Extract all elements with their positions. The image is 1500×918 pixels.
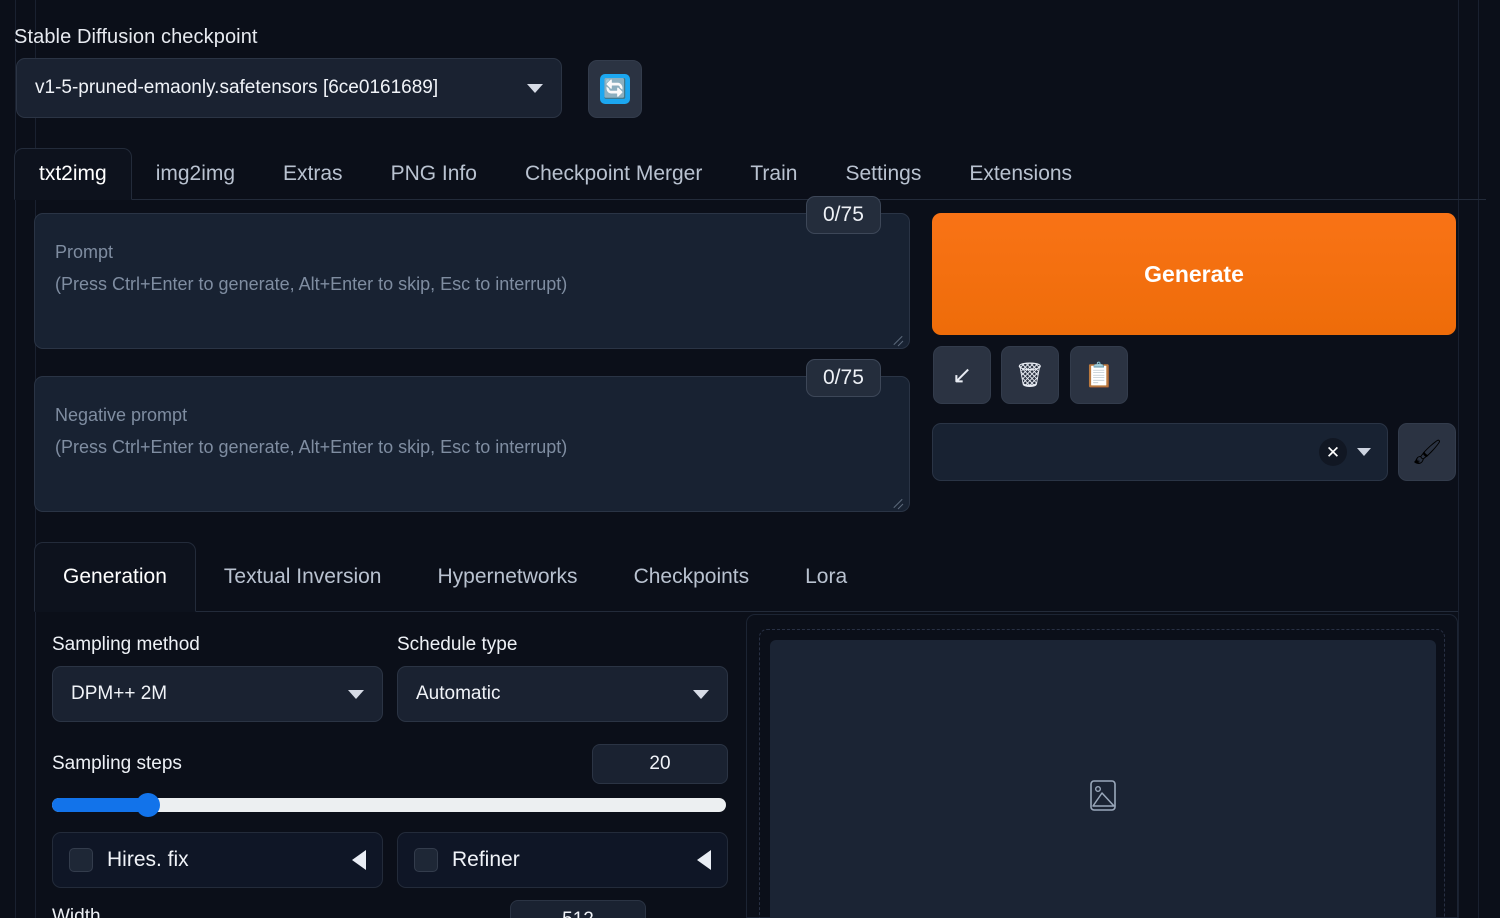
prompt-placeholder-title: Prompt [55,242,114,262]
prompt-input[interactable]: Prompt (Press Ctrl+Enter to generate, Al… [34,213,910,349]
sampling-method-value: DPM++ 2M [71,683,168,704]
schedule-type-label: Schedule type [397,634,518,655]
sampling-method-field: Sampling method DPM++ 2M [52,634,383,722]
checkpoint-value: v1-5-pruned-emaonly.safetensors [6ce0161… [35,77,439,98]
tab-train[interactable]: Train [726,148,821,199]
negative-prompt-input[interactable]: Negative prompt (Press Ctrl+Enter to gen… [34,376,910,512]
checkpoint-label: Stable Diffusion checkpoint [14,26,258,48]
refiner-label: Refiner [452,848,520,871]
styles-dropdown[interactable]: ✕ [932,423,1388,481]
output-gallery[interactable] [770,640,1436,918]
refresh-icon: 🔄 [600,74,630,104]
prompt-token-counter: 0/75 [806,196,881,234]
sampling-steps-field: Sampling steps 20 [52,744,728,784]
triangle-left-icon[interactable] [352,850,366,870]
arrow-down-left-icon: ↙ [951,361,973,389]
clipboard-icon: 📋 [1084,361,1114,389]
generate-button[interactable]: Generate [932,213,1456,335]
paintbrush-icon: 🖌 [1411,438,1443,466]
main-tab-bar: txt2img img2img Extras PNG Info Checkpoi… [14,148,1486,200]
subtab-generation[interactable]: Generation [34,542,196,612]
accordion-row: Hires. fix Refiner [52,832,728,888]
apply-style-button[interactable]: 📋 [1070,346,1128,404]
resize-handle-icon[interactable] [891,331,904,344]
webui-root: Stable Diffusion checkpoint v1-5-pruned-… [0,0,1500,918]
subtab-checkpoints[interactable]: Checkpoints [606,542,778,611]
subtab-hypernetworks[interactable]: Hypernetworks [410,542,606,611]
slider-thumb[interactable] [135,793,160,817]
subtab-textual-inversion[interactable]: Textual Inversion [196,542,410,611]
schedule-type-field: Schedule type Automatic [397,634,728,722]
frame-hairline-left [15,0,16,918]
refresh-checkpoints-button[interactable]: 🔄 [588,60,642,118]
checkpoint-select[interactable]: v1-5-pruned-emaonly.safetensors [6ce0161… [16,58,562,118]
sampler-row: Sampling method DPM++ 2M Schedule type A… [52,634,728,722]
slider-fill [52,798,148,812]
subtab-lora[interactable]: Lora [777,542,875,611]
frame-hairline-right-inner [1458,0,1459,918]
clear-prompt-button[interactable]: 🗑 [1001,346,1059,404]
sampling-steps-input[interactable]: 20 [592,744,728,784]
hires-fix-label: Hires. fix [107,848,189,871]
generation-settings-panel: Sampling method DPM++ 2M Schedule type A… [34,612,746,918]
read-generation-parameters-button[interactable]: ↙ [933,346,991,404]
tab-checkpoint-merger[interactable]: Checkpoint Merger [501,148,726,199]
chevron-down-icon [348,689,364,699]
resize-handle-icon[interactable] [891,494,904,507]
tab-txt2img[interactable]: txt2img [14,148,132,200]
tab-img2img[interactable]: img2img [132,148,259,199]
triangle-left-icon[interactable] [697,850,711,870]
image-placeholder-icon [1088,779,1118,818]
chevron-down-icon [1357,448,1371,456]
prompt-placeholder-hint: (Press Ctrl+Enter to generate, Alt+Enter… [55,274,568,295]
refiner-checkbox[interactable] [414,848,438,872]
width-input[interactable]: 512 [510,900,646,918]
schedule-type-value: Automatic [416,683,501,704]
sampling-method-select[interactable]: DPM++ 2M [52,666,383,722]
chevron-down-icon [693,689,709,699]
output-panel [746,614,1458,918]
negative-prompt-placeholder-hint: (Press Ctrl+Enter to generate, Alt+Enter… [55,437,568,458]
image-dropzone[interactable] [759,629,1445,918]
refiner-accordion[interactable]: Refiner [397,832,728,888]
wastebasket-icon: 🗑 [1014,361,1046,389]
tab-extras[interactable]: Extras [259,148,367,199]
close-circle-icon[interactable]: ✕ [1319,438,1347,466]
hires-fix-accordion[interactable]: Hires. fix [52,832,383,888]
tab-extensions[interactable]: Extensions [945,148,1096,199]
negative-prompt-token-counter: 0/75 [806,359,881,397]
edit-styles-button[interactable]: 🖌 [1398,423,1456,481]
hires-fix-checkbox[interactable] [69,848,93,872]
sampling-steps-label: Sampling steps [52,753,182,774]
sampling-method-label: Sampling method [52,634,200,655]
generation-tab-bar: Generation Textual Inversion Hypernetwor… [34,542,1458,612]
tab-png-info[interactable]: PNG Info [367,148,501,199]
chevron-down-icon [527,83,543,93]
tab-settings[interactable]: Settings [821,148,945,199]
negative-prompt-placeholder-title: Negative prompt [55,405,188,425]
sampling-steps-slider[interactable] [52,793,726,817]
schedule-type-select[interactable]: Automatic [397,666,728,722]
frame-hairline-right [1478,0,1479,918]
